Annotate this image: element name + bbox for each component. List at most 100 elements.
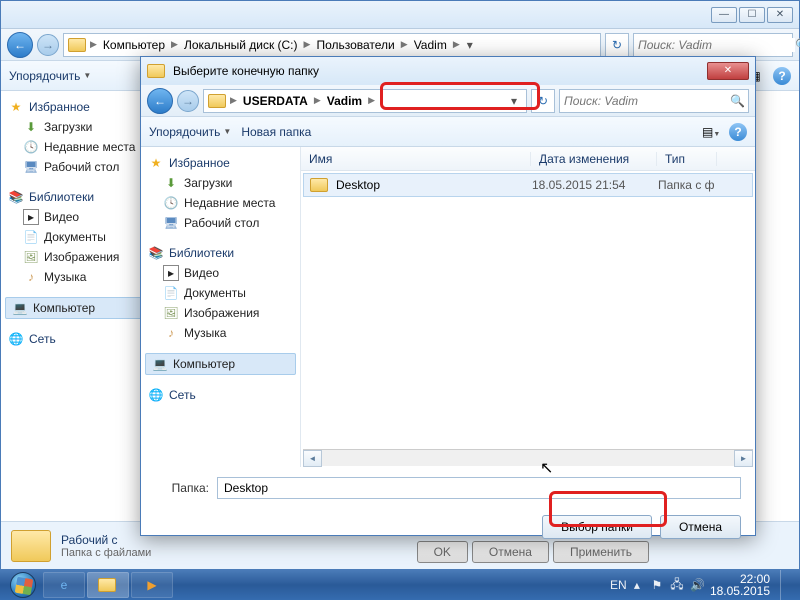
folder-icon bbox=[68, 38, 86, 52]
sidebar-item-pictures[interactable]: 🖼Изображения bbox=[5, 247, 142, 267]
show-hidden-icons[interactable]: ▴ bbox=[630, 578, 644, 592]
breadcrumb-item[interactable]: Локальный диск (C:) bbox=[180, 38, 302, 52]
search-icon: 🔍 bbox=[795, 38, 800, 52]
organize-menu[interactable]: Упорядочить ▼ bbox=[149, 125, 231, 139]
sidebar-item-videos[interactable]: ▸Видео bbox=[145, 263, 296, 283]
back-button[interactable]: ← bbox=[147, 88, 173, 114]
sidebar-item-desktop[interactable]: 🖥Рабочий стол bbox=[5, 157, 142, 177]
search-input[interactable] bbox=[564, 94, 730, 108]
language-indicator[interactable]: EN bbox=[610, 578, 624, 592]
file-row[interactable]: Desktop 18.05.2015 21:54 Папка с ф bbox=[303, 173, 753, 197]
download-icon: ⬇ bbox=[163, 175, 179, 191]
chevron-right-icon: ▶ bbox=[453, 39, 460, 50]
horizontal-scrollbar[interactable] bbox=[303, 449, 753, 466]
sidebar-item-desktop[interactable]: 🖥Рабочий стол bbox=[145, 213, 296, 233]
details-title: Рабочий с bbox=[61, 533, 151, 547]
chevron-right-icon: ▶ bbox=[314, 95, 321, 106]
desktop-icon: 🖥 bbox=[23, 159, 39, 175]
sidebar-item-pictures[interactable]: 🖼Изображения bbox=[145, 303, 296, 323]
taskbar-ie[interactable]: e bbox=[43, 572, 85, 598]
chevron-right-icon: ▶ bbox=[230, 95, 237, 106]
close-button[interactable]: ✕ bbox=[767, 7, 793, 23]
sidebar-favorites[interactable]: ★Избранное bbox=[5, 97, 142, 117]
file-type: Папка с ф bbox=[658, 178, 752, 192]
maximize-button[interactable]: ☐ bbox=[739, 7, 765, 23]
search-box[interactable]: 🔍 bbox=[559, 89, 749, 113]
help-icon[interactable]: ? bbox=[773, 67, 791, 85]
folder-icon bbox=[11, 530, 51, 562]
start-button[interactable] bbox=[4, 571, 42, 599]
breadcrumb-item[interactable]: Компьютер bbox=[99, 38, 169, 52]
sidebar-item-documents[interactable]: 📄Документы bbox=[145, 283, 296, 303]
folder-name-input[interactable] bbox=[217, 477, 741, 499]
computer-icon: 💻 bbox=[152, 356, 168, 372]
new-folder-label: Новая папка bbox=[241, 125, 311, 139]
sidebar-item-downloads[interactable]: ⬇Загрузки bbox=[145, 173, 296, 193]
column-name[interactable]: Имя bbox=[301, 152, 531, 166]
title-bar: — ☐ ✕ bbox=[1, 1, 799, 29]
taskbar-media-player[interactable]: ▶ bbox=[131, 572, 173, 598]
breadcrumb-item[interactable]: USERDATA bbox=[239, 94, 312, 108]
sidebar-libraries[interactable]: 📚Библиотеки bbox=[5, 187, 142, 207]
breadcrumb-item[interactable]: Vadim bbox=[410, 38, 451, 52]
column-type[interactable]: Тип bbox=[657, 152, 717, 166]
star-icon: ★ bbox=[148, 155, 164, 171]
forward-button[interactable]: → bbox=[177, 90, 199, 112]
sidebar-favorites[interactable]: ★Избранное bbox=[145, 153, 296, 173]
dialog-sidebar: ★Избранное ⬇Загрузки 🕓Недавние места 🖥Ра… bbox=[141, 147, 301, 467]
taskbar-explorer[interactable] bbox=[87, 572, 129, 598]
action-center-icon[interactable]: ⚑ bbox=[650, 578, 664, 592]
new-folder-button[interactable]: Новая папка bbox=[241, 125, 311, 139]
sidebar-item-downloads[interactable]: ⬇Загрузки bbox=[5, 117, 142, 137]
address-dropdown[interactable]: ▾ bbox=[462, 38, 478, 52]
view-options-button[interactable]: ▤▼ bbox=[701, 122, 721, 142]
sidebar-item-network[interactable]: 🌐Сеть bbox=[5, 329, 142, 349]
dialog-nav-bar: ← → ▶ USERDATA ▶ Vadim ▶ ▾ ↻ 🔍 bbox=[141, 85, 755, 117]
cancel-button[interactable]: Отмена bbox=[660, 515, 741, 539]
forward-button[interactable]: → bbox=[37, 34, 59, 56]
chevron-right-icon: ▶ bbox=[171, 39, 178, 50]
breadcrumb-item[interactable]: Vadim bbox=[323, 94, 366, 108]
chevron-right-icon: ▶ bbox=[304, 39, 311, 50]
sidebar: ★Избранное ⬇Загрузки 🕓Недавние места 🖥Ра… bbox=[1, 91, 146, 539]
search-box[interactable]: 🔍 bbox=[633, 33, 793, 57]
folder-icon bbox=[147, 64, 165, 78]
sidebar-item-music[interactable]: ♪Музыка bbox=[5, 267, 142, 287]
show-desktop-button[interactable] bbox=[780, 570, 790, 600]
sidebar-item-computer[interactable]: 💻Компьютер bbox=[5, 297, 142, 319]
details-subtitle: Папка с файлами bbox=[61, 547, 151, 559]
address-dropdown[interactable]: ▾ bbox=[506, 94, 522, 108]
address-bar[interactable]: ▶ Компьютер ▶ Локальный диск (C:) ▶ Поль… bbox=[63, 33, 601, 57]
close-button[interactable]: ✕ bbox=[707, 62, 749, 80]
back-button[interactable]: ← bbox=[7, 32, 33, 58]
search-input[interactable] bbox=[638, 38, 795, 52]
network-icon[interactable]: 🖧 bbox=[670, 575, 684, 596]
chevron-down-icon: ▼ bbox=[83, 71, 91, 80]
organize-label: Упорядочить bbox=[149, 125, 220, 139]
sidebar-item-videos[interactable]: ▸Видео bbox=[5, 207, 142, 227]
sidebar-item-network[interactable]: 🌐Сеть bbox=[145, 385, 296, 405]
sidebar-item-documents[interactable]: 📄Документы bbox=[5, 227, 142, 247]
file-name: Desktop bbox=[336, 178, 380, 192]
organize-menu[interactable]: Упорядочить ▼ bbox=[9, 69, 91, 83]
help-icon[interactable]: ? bbox=[729, 123, 747, 141]
sidebar-item-recent[interactable]: 🕓Недавние места bbox=[145, 193, 296, 213]
dialog-title-bar[interactable]: Выберите конечную папку ✕ bbox=[141, 57, 755, 85]
address-bar[interactable]: ▶ USERDATA ▶ Vadim ▶ ▾ bbox=[203, 89, 527, 113]
clock-date: 18.05.2015 bbox=[710, 585, 770, 597]
sidebar-item-music[interactable]: ♪Музыка bbox=[145, 323, 296, 343]
refresh-button[interactable]: ↻ bbox=[531, 89, 555, 113]
select-folder-button[interactable]: Выбор папки bbox=[542, 515, 652, 539]
refresh-button[interactable]: ↻ bbox=[605, 33, 629, 57]
clock[interactable]: 22:00 18.05.2015 bbox=[710, 573, 770, 597]
media-player-icon: ▶ bbox=[147, 578, 156, 592]
minimize-button[interactable]: — bbox=[711, 7, 737, 23]
column-date[interactable]: Дата изменения bbox=[531, 152, 657, 166]
sidebar-item-recent[interactable]: 🕓Недавние места bbox=[5, 137, 142, 157]
volume-icon[interactable]: 🔊 bbox=[690, 578, 704, 592]
breadcrumb-item[interactable]: Пользователи bbox=[312, 38, 398, 52]
sidebar-item-computer[interactable]: 💻Компьютер bbox=[145, 353, 296, 375]
folder-icon bbox=[208, 94, 226, 108]
clock-icon: 🕓 bbox=[163, 195, 179, 211]
sidebar-libraries[interactable]: 📚Библиотеки bbox=[145, 243, 296, 263]
